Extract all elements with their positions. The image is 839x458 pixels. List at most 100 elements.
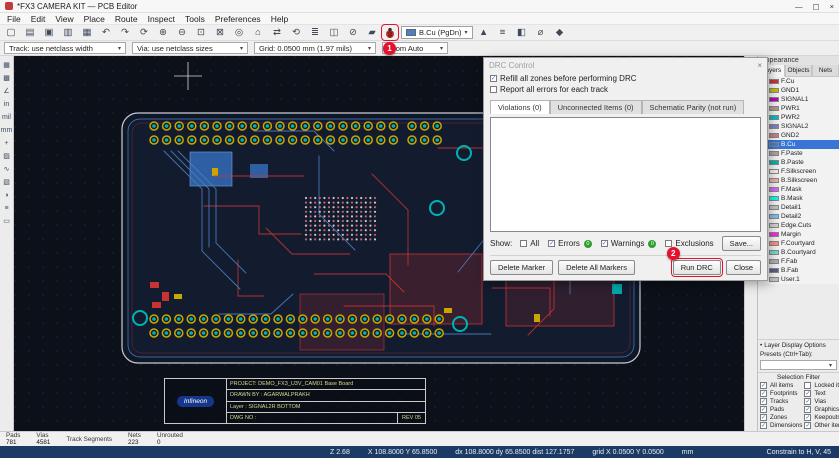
zoom-in-icon[interactable]: ⊕ xyxy=(156,26,170,39)
zone-display-icon[interactable]: ▧ xyxy=(1,177,12,187)
save-icon[interactable]: ▣ xyxy=(42,26,56,39)
layer-row[interactable]: B.Mask xyxy=(758,194,839,203)
layer-row[interactable]: User.1 xyxy=(758,275,839,284)
selection-filter-checkbox[interactable]: Tracks xyxy=(760,398,802,405)
show-filter-checkbox[interactable]: Warnings 0 xyxy=(600,239,657,248)
layer-color-swatch[interactable] xyxy=(769,151,779,156)
grid-dots-icon[interactable]: ▩ xyxy=(1,73,12,83)
curved-ratsnest-icon[interactable]: ∿ xyxy=(1,164,12,174)
find-icon[interactable]: ◎ xyxy=(232,26,246,39)
measure-icon[interactable]: ⌀ xyxy=(534,26,548,39)
zoom-fit-icon[interactable]: ⊡ xyxy=(194,26,208,39)
selection-filter-checkbox[interactable]: Footprints xyxy=(760,390,802,397)
selection-filter-checkbox[interactable]: Dimensions xyxy=(760,422,802,429)
layer-color-swatch[interactable] xyxy=(769,160,779,165)
drc-tab[interactable]: Violations (0) xyxy=(490,100,550,114)
layer-row[interactable]: SIGNAL1 xyxy=(758,95,839,104)
layer-color-swatch[interactable] xyxy=(769,97,779,102)
plugins-icon[interactable]: ◆ xyxy=(553,26,567,39)
layer-row[interactable]: B.Cu xyxy=(758,140,839,149)
layer-row[interactable]: PWR1 xyxy=(758,104,839,113)
menu-item[interactable]: Help xyxy=(266,14,293,24)
drc-tab[interactable]: Unconnected Items (0) xyxy=(549,100,642,114)
layer-row[interactable]: F.Silkscreen xyxy=(758,167,839,176)
selection-filter-checkbox[interactable]: Locked items xyxy=(804,382,839,389)
layer-row[interactable]: B.Paste xyxy=(758,158,839,167)
layer-color-swatch[interactable] xyxy=(769,79,779,84)
layer-row[interactable]: F.Mask xyxy=(758,185,839,194)
selection-filter-checkbox[interactable]: Keepouts xyxy=(804,414,839,421)
show-filter-checkbox[interactable]: Errors 0 xyxy=(548,239,592,248)
selection-filter-checkbox[interactable]: Other items xyxy=(804,422,839,429)
menu-item[interactable]: View xyxy=(50,14,78,24)
menu-item[interactable]: Route xyxy=(110,14,143,24)
open-board-icon[interactable]: ▤ xyxy=(23,26,37,39)
grid-dropdown[interactable]: Grid: 0.0500 mm (1.97 mils) ▾ xyxy=(254,42,376,54)
high-contrast-icon[interactable]: ◑ xyxy=(1,190,12,200)
cursor-shape-icon[interactable]: + xyxy=(1,138,12,148)
units-mm-icon[interactable]: mm xyxy=(1,125,13,135)
layer-color-swatch[interactable] xyxy=(769,169,779,174)
maximize-button[interactable]: ▢ xyxy=(813,2,820,11)
selection-filter-checkbox[interactable]: Vias xyxy=(804,398,839,405)
layer-display-options[interactable]: • Layer Display Options xyxy=(760,342,837,349)
layer-row[interactable]: Edge.Cuts xyxy=(758,221,839,230)
layer-color-swatch[interactable] xyxy=(769,232,779,237)
selection-filter-checkbox[interactable]: All items xyxy=(760,382,802,389)
via-size-dropdown[interactable]: Via: use netclass sizes ▾ xyxy=(132,42,248,54)
violations-list[interactable] xyxy=(490,117,761,232)
print-icon[interactable]: ▥ xyxy=(61,26,75,39)
drc-dialog-titlebar[interactable]: DRC Control × xyxy=(484,58,767,72)
layer-row[interactable]: F.Fab xyxy=(758,257,839,266)
show-filter-checkbox[interactable]: All xyxy=(520,239,539,248)
layer-color-swatch[interactable] xyxy=(769,142,779,147)
layer-row[interactable]: F.Courtyard xyxy=(758,239,839,248)
layer-row[interactable]: Detail2 xyxy=(758,212,839,221)
plot-icon[interactable]: ▦ xyxy=(80,26,94,39)
menu-item[interactable]: Inspect xyxy=(143,14,180,24)
layer-color-swatch[interactable] xyxy=(769,259,779,264)
new-board-icon[interactable]: ▢ xyxy=(4,26,18,39)
update-pcb-icon[interactable]: ⇄ xyxy=(270,26,284,39)
layer-row[interactable]: GND2 xyxy=(758,131,839,140)
delete-all-markers-button[interactable]: Delete All Markers xyxy=(558,260,635,275)
units-mils-icon[interactable]: mil xyxy=(1,112,12,122)
menu-item[interactable]: Place xyxy=(79,14,110,24)
layer-color-swatch[interactable] xyxy=(769,115,779,120)
layer-color-swatch[interactable] xyxy=(769,277,779,282)
drc-option-checkbox[interactable]: Report all errors for each track xyxy=(490,85,761,94)
layer-color-swatch[interactable] xyxy=(769,205,779,210)
layer-color-swatch[interactable] xyxy=(769,268,779,273)
drc-option-checkbox[interactable]: Refill all zones before performing DRC xyxy=(490,74,761,83)
drawing-sheet-icon[interactable]: ▭ xyxy=(1,216,12,226)
layer-row[interactable]: B.Courtyard xyxy=(758,248,839,257)
appearance-tab[interactable]: Objects xyxy=(785,65,812,77)
layer-row[interactable]: F.Paste xyxy=(758,149,839,158)
redo-icon[interactable]: ↷ xyxy=(118,26,132,39)
undo-icon[interactable]: ↶ xyxy=(99,26,113,39)
close-dialog-button[interactable]: Close xyxy=(725,260,761,275)
layer-color-swatch[interactable] xyxy=(769,214,779,219)
zoom-selection-icon[interactable]: ⊠ xyxy=(213,26,227,39)
layer-row[interactable]: Detail1 xyxy=(758,203,839,212)
close-button[interactable]: × xyxy=(830,2,834,11)
net-names-icon[interactable]: ≡ xyxy=(1,203,12,213)
grid-visibility-icon[interactable]: ▦ xyxy=(1,60,12,70)
layer-color-swatch[interactable] xyxy=(769,88,779,93)
save-button[interactable]: Save... xyxy=(721,236,762,251)
delete-marker-button[interactable]: Delete Marker xyxy=(490,260,554,275)
menu-item[interactable]: Edit xyxy=(26,14,51,24)
layer-row[interactable]: F.Cu xyxy=(758,77,839,86)
refresh-icon[interactable]: ⟳ xyxy=(137,26,151,39)
layer-color-swatch[interactable] xyxy=(769,133,779,138)
layer-color-swatch[interactable] xyxy=(769,241,779,246)
layer-row[interactable]: SIGNAL2 xyxy=(758,122,839,131)
layer-color-swatch[interactable] xyxy=(769,124,779,129)
run-drc-button[interactable]: Run DRC xyxy=(670,258,723,277)
layer-row[interactable]: Margin xyxy=(758,230,839,239)
layer-row[interactable]: B.Fab xyxy=(758,266,839,275)
footprint-editor-icon[interactable]: ⌂ xyxy=(251,26,265,39)
zoom-out-icon[interactable]: ⊖ xyxy=(175,26,189,39)
layer-color-swatch[interactable] xyxy=(769,196,779,201)
layer-color-swatch[interactable] xyxy=(769,106,779,111)
